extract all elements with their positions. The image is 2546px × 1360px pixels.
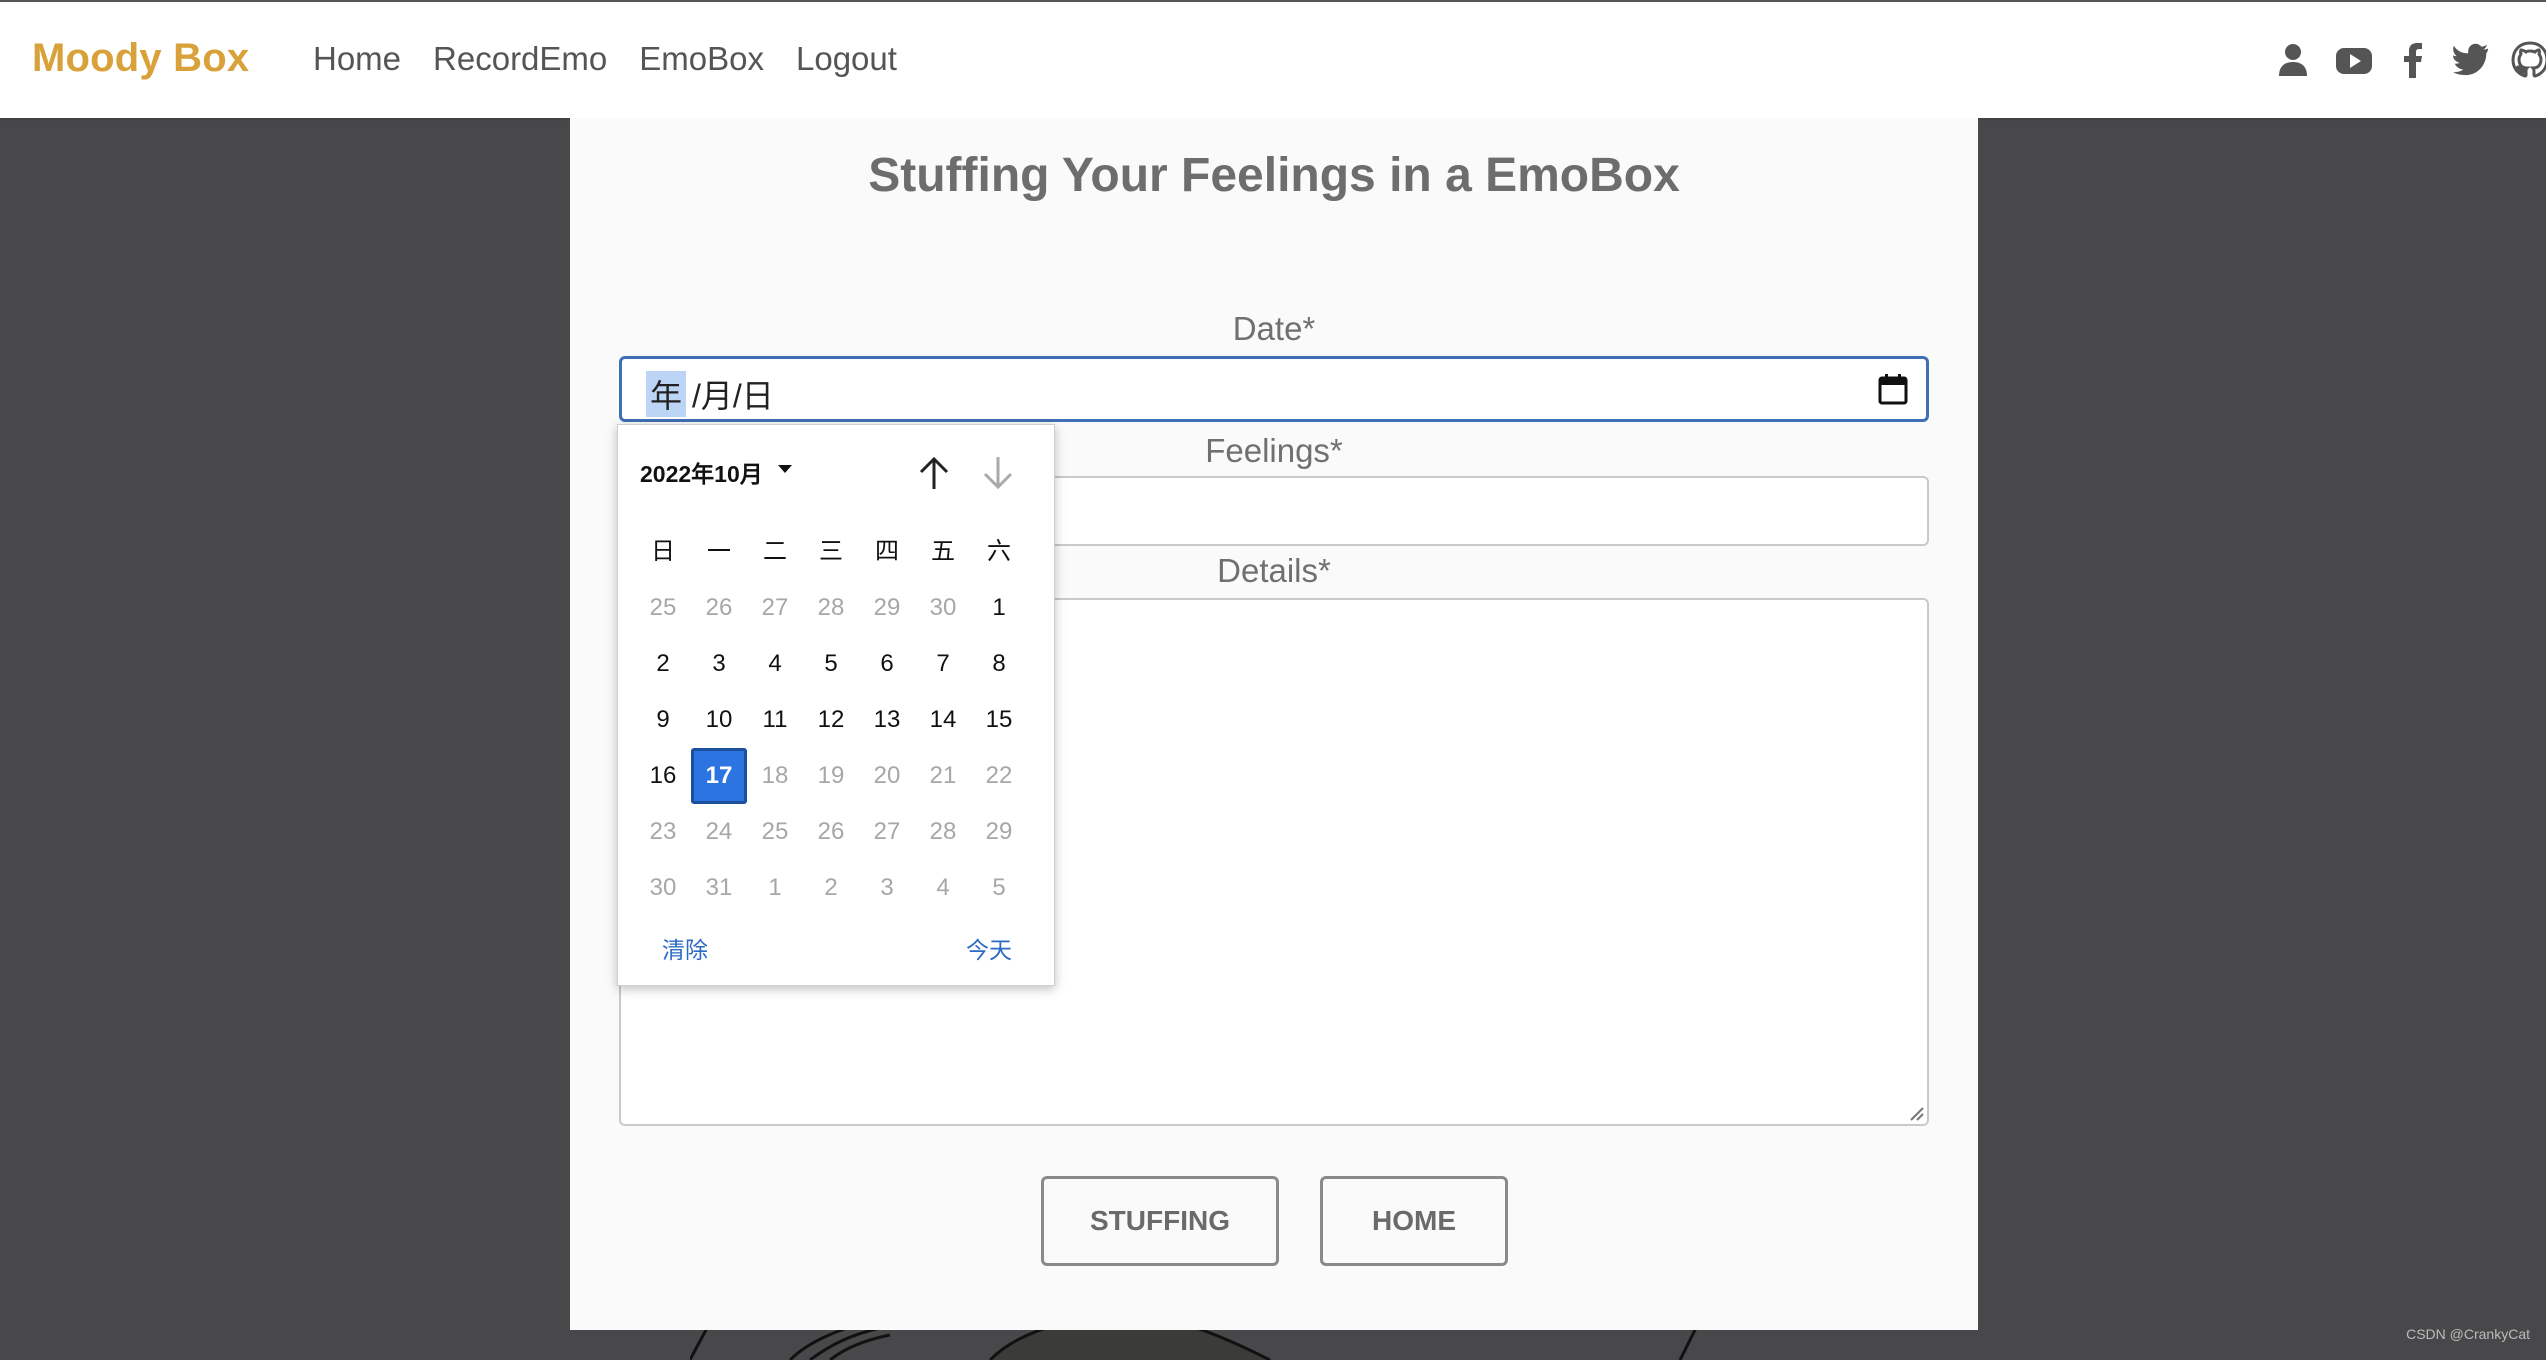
calendar-day[interactable]: 23 (635, 804, 691, 860)
caret-down-icon[interactable] (778, 465, 792, 473)
nav-link-home[interactable]: Home (313, 40, 401, 78)
page-title: Stuffing Your Feelings in a EmoBox (868, 149, 1680, 202)
calendar-day[interactable]: 25 (635, 580, 691, 636)
calendar-day[interactable]: 5 (971, 860, 1027, 916)
calendar-day[interactable]: 1 (747, 860, 803, 916)
calendar-grid: 日 一 二 三 四 五 六 25 26 27 28 29 30 1 2 3 4 5 6 7 8 9 10 11 1… (635, 524, 1027, 916)
weekday-label: 二 (763, 538, 787, 565)
github-icon[interactable] (2510, 40, 2546, 80)
calendar-day[interactable]: 26 (803, 804, 859, 860)
resize-handle-icon[interactable] (1907, 1104, 1925, 1122)
nav-link-logout[interactable]: Logout (796, 40, 897, 78)
calendar-day[interactable]: 27 (747, 580, 803, 636)
brand-logo[interactable]: Moody Box (32, 36, 249, 81)
calendar-day[interactable]: 22 (971, 748, 1027, 804)
weekday-label: 三 (819, 538, 843, 565)
youtube-icon[interactable] (2334, 40, 2374, 80)
calendar-day[interactable]: 1 (971, 580, 1027, 636)
date-picker-popup: 2022年10月 日 一 二 三 四 五 六 25 26 27 28 29 30 1 2 3 4 5… (617, 424, 1055, 986)
top-navbar: Moody Box Home RecordEmo EmoBox Logout (0, 0, 2546, 118)
today-button[interactable]: 今天 (966, 931, 1012, 965)
calendar-day[interactable]: 29 (859, 580, 915, 636)
calendar-day[interactable]: 19 (803, 748, 859, 804)
facebook-icon[interactable] (2393, 40, 2433, 80)
weekday-label: 日 (651, 538, 675, 565)
calendar-day[interactable]: 28 (915, 804, 971, 860)
previous-month-arrow-icon[interactable] (916, 453, 952, 493)
calendar-day[interactable]: 6 (859, 636, 915, 692)
calendar-day[interactable]: 24 (691, 804, 747, 860)
date-year-segment[interactable]: 年 (646, 371, 687, 417)
date-label: Date* (1232, 310, 1316, 347)
calendar-day[interactable]: 12 (803, 692, 859, 748)
calendar-day[interactable]: 31 (691, 860, 747, 916)
calendar-day[interactable]: 2 (803, 860, 859, 916)
calendar-day[interactable]: 30 (635, 860, 691, 916)
twitter-icon[interactable] (2451, 40, 2491, 80)
calendar-day[interactable]: 3 (859, 860, 915, 916)
calendar-day[interactable]: 7 (915, 636, 971, 692)
calendar-days: 25 26 27 28 29 30 1 2 3 4 5 6 7 8 9 10 11 12 13 14 15 16 17 18 1… (635, 580, 1027, 916)
calendar-day[interactable]: 18 (747, 748, 803, 804)
calendar-day[interactable]: 16 (635, 748, 691, 804)
calendar-day-selected[interactable]: 17 (691, 748, 747, 804)
weekday-label: 五 (931, 538, 955, 565)
calendar-day[interactable]: 26 (691, 580, 747, 636)
clear-button[interactable]: 清除 (662, 931, 708, 965)
calendar-day[interactable]: 14 (915, 692, 971, 748)
nav-links: Home RecordEmo EmoBox Logout (313, 40, 929, 78)
weekday-header: 日 一 二 三 四 五 六 (635, 524, 1027, 580)
month-year-selector[interactable]: 2022年10月 (640, 455, 763, 489)
calendar-day[interactable]: 13 (859, 692, 915, 748)
weekday-label: 四 (875, 538, 899, 565)
weekday-label: 一 (707, 538, 731, 565)
calendar-day[interactable]: 5 (803, 636, 859, 692)
calendar-day[interactable]: 30 (915, 580, 971, 636)
calendar-day[interactable]: 3 (691, 636, 747, 692)
calendar-day[interactable]: 4 (747, 636, 803, 692)
calendar-day[interactable]: 29 (971, 804, 1027, 860)
calendar-day[interactable]: 15 (971, 692, 1027, 748)
calendar-day[interactable]: 28 (803, 580, 859, 636)
home-button[interactable]: HOME (1320, 1176, 1508, 1266)
watermark: CSDN @CrankyCat (2406, 1326, 2530, 1342)
date-month-day-segment[interactable]: /月/日 (692, 371, 774, 417)
stuffing-button[interactable]: STUFFING (1041, 1176, 1279, 1266)
calendar-day[interactable]: 2 (635, 636, 691, 692)
next-month-arrow-icon[interactable] (980, 453, 1016, 493)
calendar-day[interactable]: 9 (635, 692, 691, 748)
calendar-day[interactable]: 11 (747, 692, 803, 748)
calendar-icon[interactable] (1878, 373, 1908, 405)
calendar-day[interactable]: 10 (691, 692, 747, 748)
calendar-day[interactable]: 8 (971, 636, 1027, 692)
calendar-day[interactable]: 4 (915, 860, 971, 916)
calendar-day[interactable]: 20 (859, 748, 915, 804)
calendar-day[interactable]: 27 (859, 804, 915, 860)
calendar-day[interactable]: 25 (747, 804, 803, 860)
calendar-day[interactable]: 21 (915, 748, 971, 804)
user-icon[interactable] (2273, 40, 2313, 80)
nav-link-emobox[interactable]: EmoBox (639, 40, 764, 78)
date-input[interactable]: 年 /月/日 (619, 356, 1929, 422)
nav-link-recordemo[interactable]: RecordEmo (433, 40, 607, 78)
weekday-label: 六 (987, 538, 1011, 565)
